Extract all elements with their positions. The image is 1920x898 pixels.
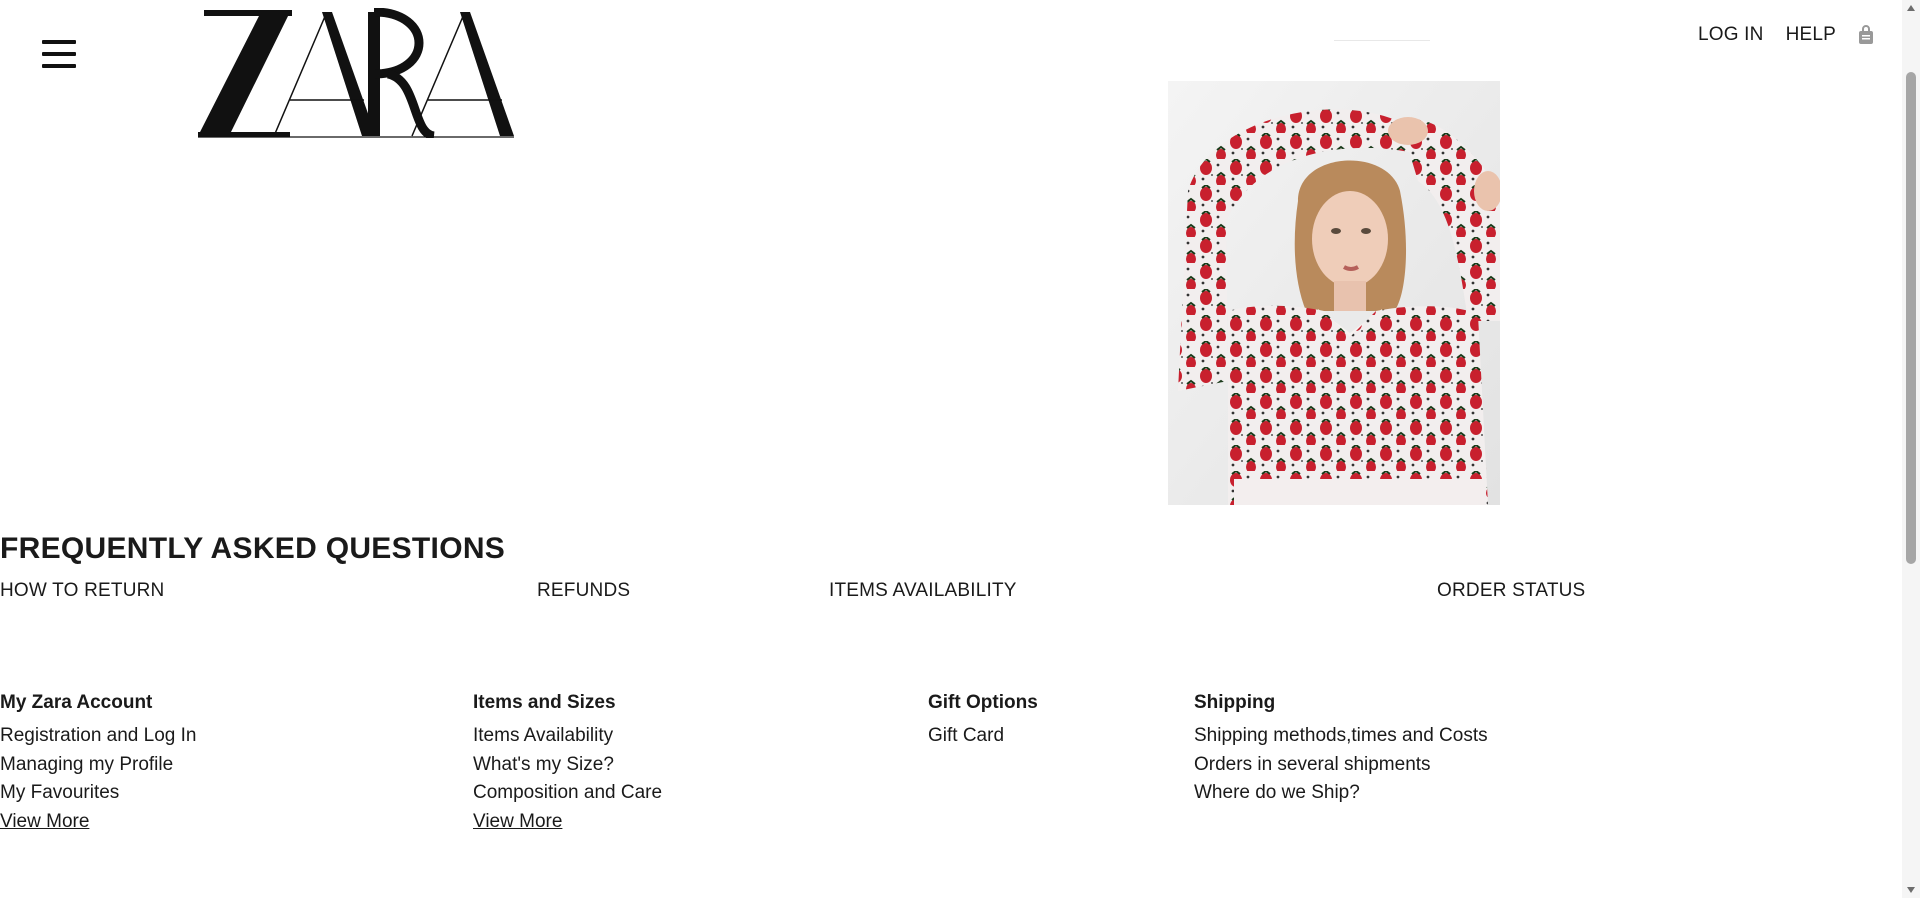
faq-link-how-to-return[interactable]: HOW TO RETURN	[0, 580, 164, 602]
login-link[interactable]: LOG IN	[1698, 24, 1764, 46]
help-link[interactable]: HELP	[1786, 24, 1836, 46]
help-link[interactable]: Registration and Log In	[0, 722, 196, 751]
faq-link-refunds[interactable]: REFUNDS	[537, 580, 630, 602]
help-link[interactable]: Where do we Ship?	[1194, 779, 1488, 808]
faq-link-order-status[interactable]: ORDER STATUS	[1437, 580, 1585, 602]
faq-link-items-availability[interactable]: ITEMS AVAILABILITY	[829, 580, 1017, 602]
scrollbar-thumb[interactable]	[1906, 72, 1916, 564]
help-column-items-and-sizes: Items and Sizes Items Availability What'…	[473, 690, 662, 836]
help-link[interactable]: Orders in several shipments	[1194, 751, 1488, 780]
help-column-my-zara-account: My Zara Account Registration and Log In …	[0, 690, 196, 836]
column-heading: Shipping	[1194, 692, 1276, 713]
zara-logo[interactable]	[198, 8, 514, 138]
help-column-gift-options: Gift Options Gift Card	[928, 690, 1038, 751]
help-column-shipping: Shipping Shipping methods,times and Cost…	[1194, 690, 1488, 808]
column-heading: Gift Options	[928, 692, 1038, 713]
view-more-link[interactable]: View More	[473, 808, 662, 837]
help-link[interactable]: Items Availability	[473, 722, 662, 751]
help-link[interactable]: Gift Card	[928, 722, 1038, 751]
scroll-up-arrow-icon[interactable]	[1906, 4, 1916, 12]
help-link[interactable]: Shipping methods,times and Costs	[1194, 722, 1488, 751]
scroll-down-arrow-icon[interactable]	[1906, 886, 1916, 894]
header-divider	[1334, 40, 1430, 41]
view-more-link[interactable]: View More	[0, 808, 196, 837]
help-link[interactable]: What's my Size?	[473, 751, 662, 780]
help-link[interactable]: Managing my Profile	[0, 751, 196, 780]
column-heading: Items and Sizes	[473, 692, 616, 713]
page: LOG IN HELP FREQUENTLY ASKED QUESTIONS H…	[0, 0, 1920, 898]
shopping-bag-icon[interactable]	[1858, 25, 1874, 45]
column-heading: My Zara Account	[0, 692, 153, 713]
product-photo[interactable]	[1168, 81, 1500, 505]
help-link[interactable]: My Favourites	[0, 779, 196, 808]
header-nav: LOG IN HELP	[1698, 24, 1874, 46]
vertical-scrollbar[interactable]	[1902, 0, 1920, 898]
faq-title: FREQUENTLY ASKED QUESTIONS	[0, 532, 506, 565]
hamburger-menu-icon[interactable]	[42, 40, 76, 70]
help-link[interactable]: Composition and Care	[473, 779, 662, 808]
